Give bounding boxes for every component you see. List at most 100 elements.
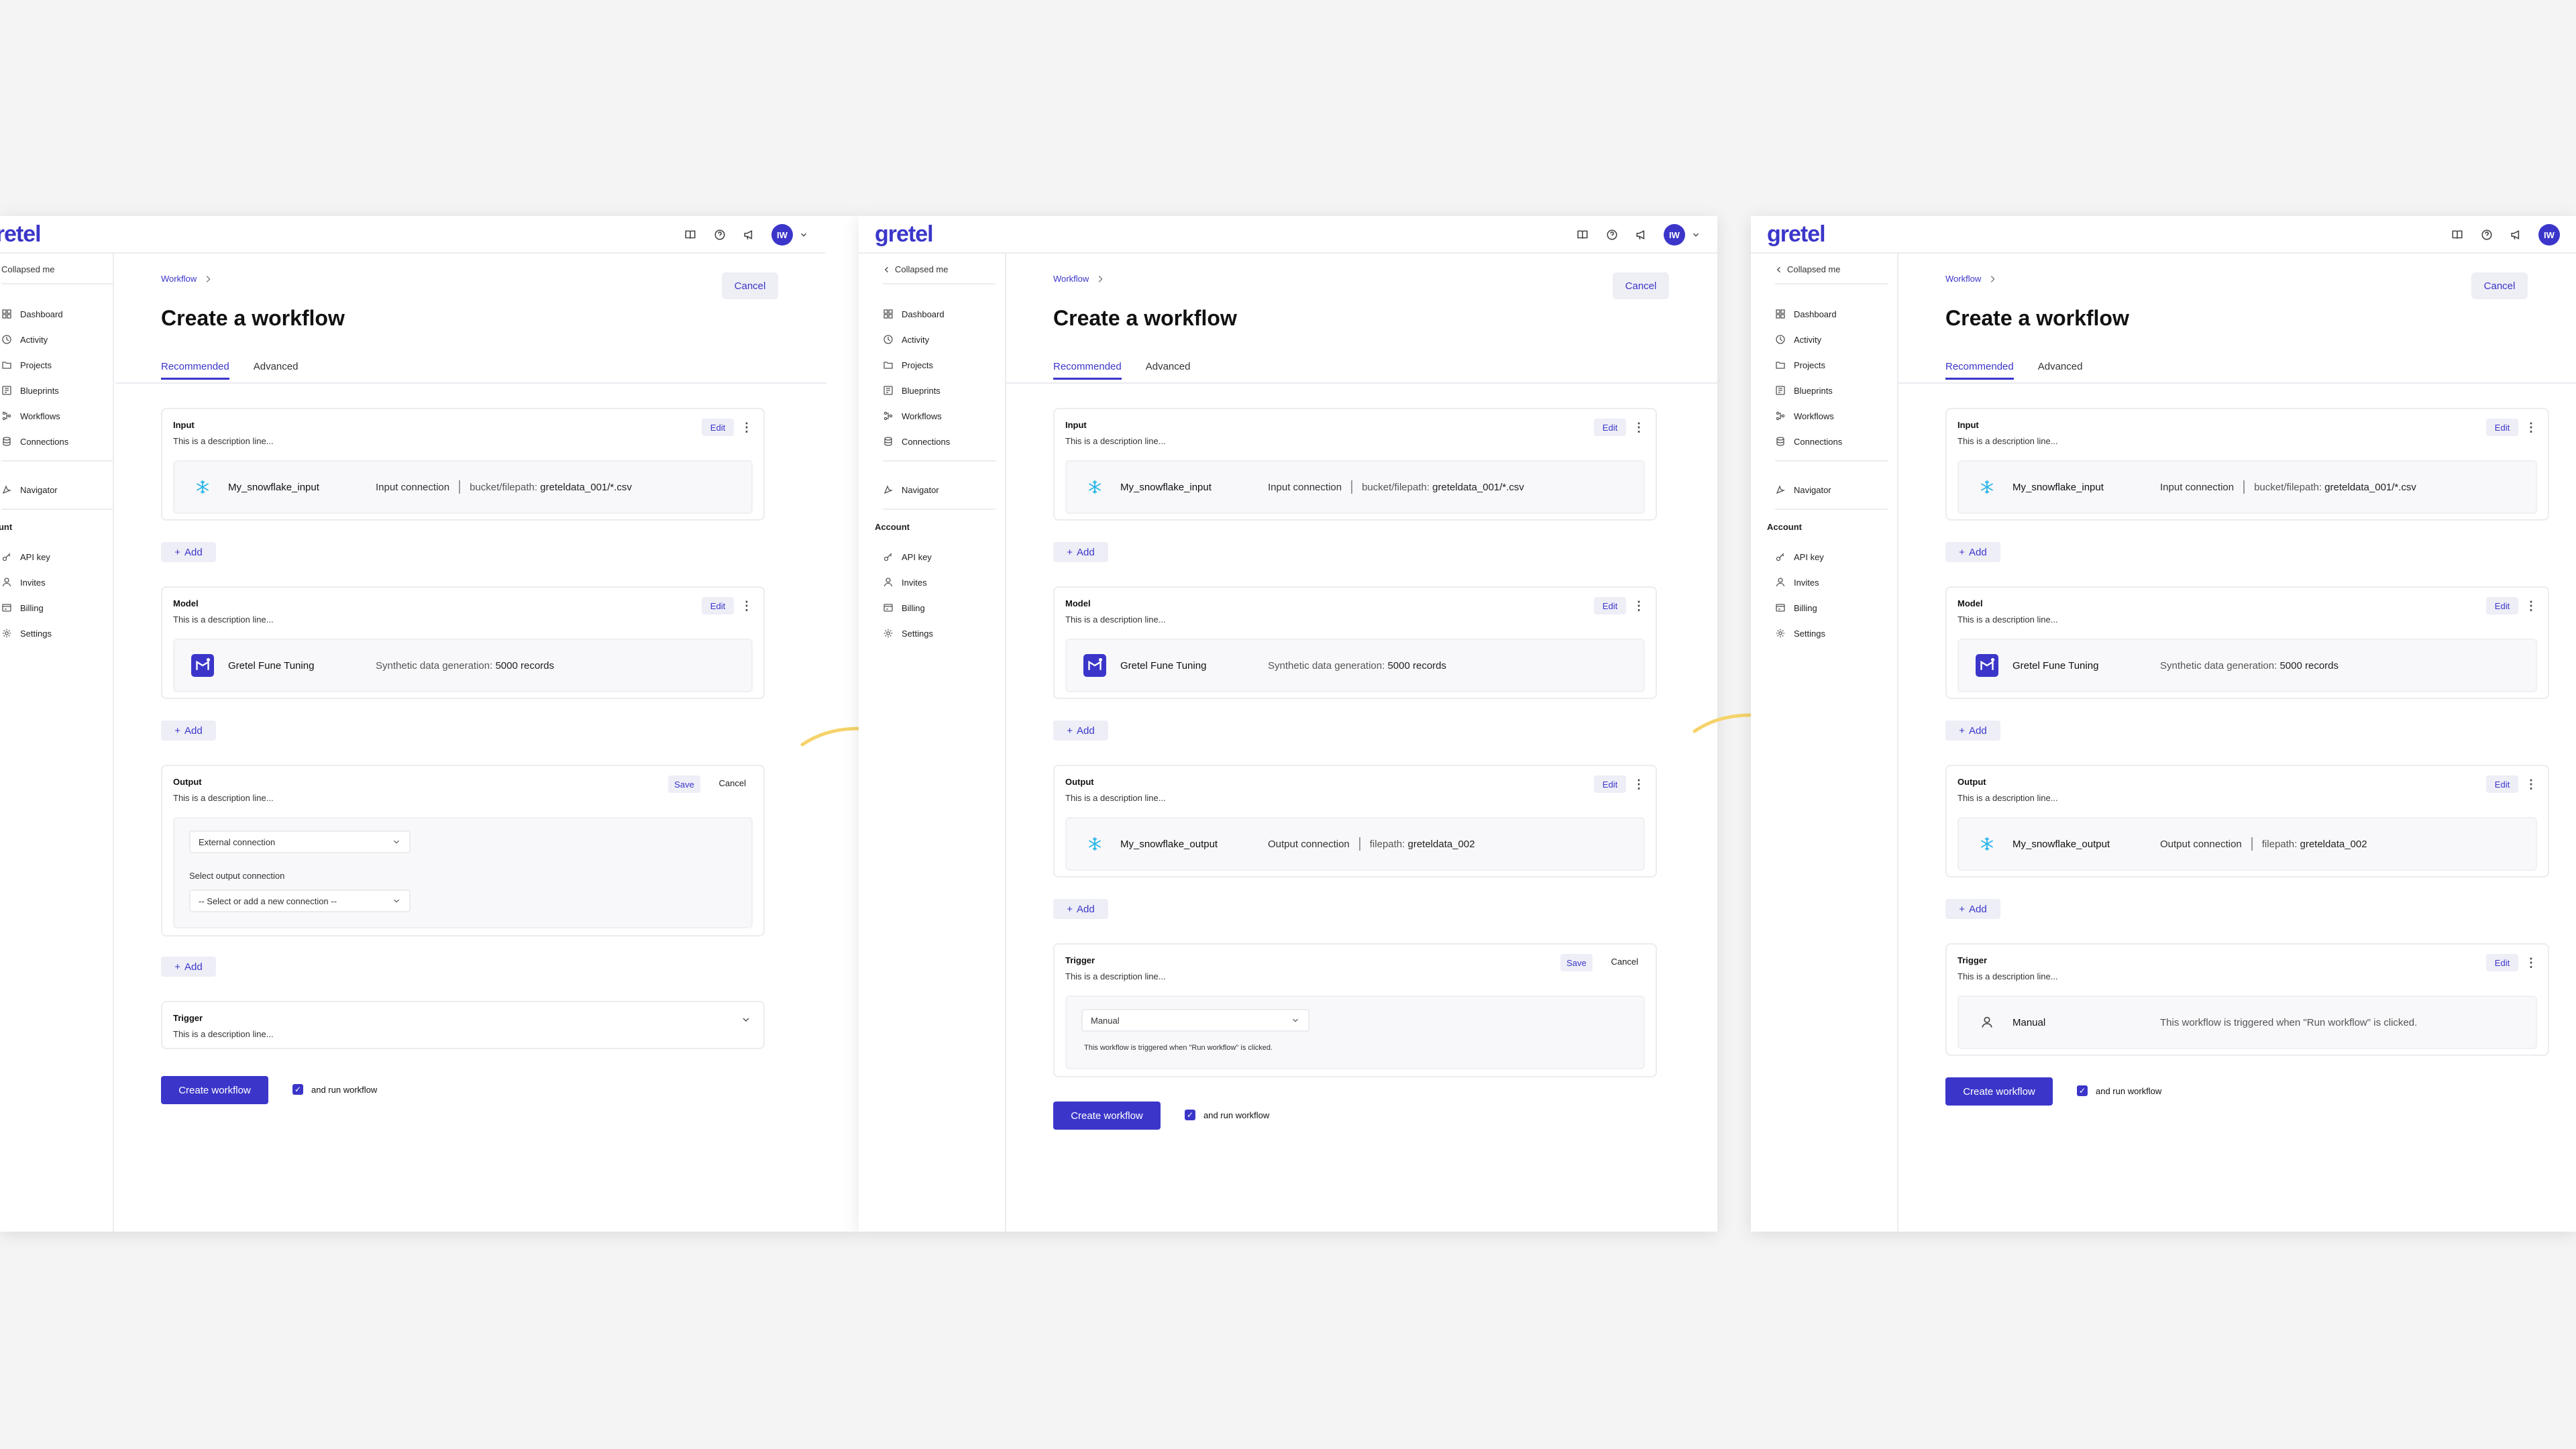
chevron-down-icon[interactable] (741, 1014, 751, 1025)
card-cancel-button[interactable]: Cancel (719, 778, 746, 788)
sidebar-item-settings[interactable]: Settings (883, 627, 933, 640)
edit-button[interactable]: Edit (1594, 775, 1626, 793)
edit-button[interactable]: Edit (702, 597, 734, 614)
run-workflow-checkbox[interactable]: ✓ and run workflow (1185, 1110, 1269, 1120)
sidebar-item-projects[interactable]: Projects (883, 358, 933, 372)
sidebar-item-activity[interactable]: Activity (1, 333, 48, 346)
book-icon[interactable] (2450, 227, 2465, 242)
logo[interactable]: gretel (1767, 221, 1826, 248)
cancel-button[interactable]: Cancel (722, 272, 778, 299)
megaphone-icon[interactable] (1634, 227, 1649, 242)
more-icon[interactable]: ⋮ (1633, 419, 1645, 436)
sidebar-item-connections[interactable]: Connections (1, 435, 68, 448)
book-icon[interactable] (1575, 227, 1590, 242)
logo[interactable]: gretel (875, 221, 934, 248)
sidebar-item-invites[interactable]: Invites (1775, 576, 1819, 589)
more-icon[interactable]: ⋮ (1633, 597, 1645, 614)
sidebar-item-navigator[interactable]: Navigator (1, 483, 58, 496)
breadcrumb[interactable]: Workflow (1053, 274, 1105, 284)
trigger-card-collapsed[interactable]: Trigger This is a description line... (161, 1001, 765, 1049)
tab-recommended[interactable]: Recommended (161, 361, 229, 380)
sidebar-item-activity[interactable]: Activity (1775, 333, 1821, 346)
input-connection-row[interactable]: My_snowflake_input Input connection buck… (173, 460, 753, 514)
run-workflow-checkbox[interactable]: ✓ and run workflow (292, 1084, 377, 1095)
tab-advanced[interactable]: Advanced (254, 361, 299, 380)
create-workflow-button[interactable]: Create workflow (1053, 1102, 1161, 1130)
add-button[interactable]: + Add (1945, 542, 2000, 562)
megaphone-icon[interactable] (742, 227, 757, 242)
help-icon[interactable] (2479, 227, 2494, 242)
edit-button[interactable]: Edit (1594, 597, 1626, 614)
tab-advanced[interactable]: Advanced (2038, 361, 2083, 380)
save-button[interactable]: Save (668, 775, 700, 793)
add-button[interactable]: + Add (1053, 542, 1108, 562)
collapse-toggle[interactable]: Collapsed me (1, 264, 55, 274)
sidebar-item-dashboard[interactable]: Dashboard (1775, 307, 1837, 321)
more-icon[interactable]: ⋮ (2525, 775, 2537, 793)
sidebar-item-billing[interactable]: Billing (883, 601, 925, 614)
input-connection-row[interactable]: My_snowflake_input Input connection buck… (1957, 460, 2537, 514)
model-row[interactable]: Gretel Fune Tuning Synthetic data genera… (1957, 639, 2537, 692)
connection-type-select[interactable]: External connection (189, 830, 411, 853)
sidebar-item-api-key[interactable]: API key (883, 550, 932, 564)
sidebar-item-settings[interactable]: Settings (1, 627, 52, 640)
sidebar-item-workflows[interactable]: Workflows (1, 409, 60, 423)
collapse-toggle[interactable]: Collapsed me (883, 264, 949, 274)
breadcrumb[interactable]: Workflow (161, 274, 213, 284)
logo[interactable]: gretel (0, 221, 42, 248)
sidebar-item-projects[interactable]: Projects (1775, 358, 1825, 372)
collapse-toggle[interactable]: Collapsed me (1775, 264, 1841, 274)
tab-recommended[interactable]: Recommended (1945, 361, 2014, 380)
sidebar-item-workflows[interactable]: Workflows (883, 409, 942, 423)
sidebar-item-invites[interactable]: Invites (1, 576, 46, 589)
more-icon[interactable]: ⋮ (2525, 419, 2537, 436)
output-connection-select[interactable]: -- Select or add a new connection -- (189, 890, 411, 912)
breadcrumb[interactable]: Workflow (1945, 274, 1997, 284)
cancel-button[interactable]: Cancel (1613, 272, 1669, 299)
sidebar-item-billing[interactable]: Billing (1775, 601, 1817, 614)
create-workflow-button[interactable]: Create workflow (161, 1076, 268, 1104)
more-icon[interactable]: ⋮ (2525, 597, 2537, 614)
sidebar-item-invites[interactable]: Invites (883, 576, 927, 589)
more-icon[interactable]: ⋮ (2525, 954, 2537, 971)
add-button[interactable]: + Add (161, 957, 216, 977)
sidebar-item-settings[interactable]: Settings (1775, 627, 1825, 640)
card-cancel-button[interactable]: Cancel (1611, 957, 1638, 967)
sidebar-item-connections[interactable]: Connections (883, 435, 950, 448)
tab-recommended[interactable]: Recommended (1053, 361, 1122, 380)
sidebar-item-activity[interactable]: Activity (883, 333, 929, 346)
add-button[interactable]: + Add (1053, 720, 1108, 741)
sidebar-item-blueprints[interactable]: Blueprints (1775, 384, 1833, 397)
avatar[interactable]: IW (771, 224, 793, 246)
book-icon[interactable] (683, 227, 698, 242)
sidebar-item-navigator[interactable]: Navigator (883, 483, 939, 496)
input-connection-row[interactable]: My_snowflake_input Input connection buck… (1065, 460, 1645, 514)
help-icon[interactable] (1605, 227, 1619, 242)
sidebar-item-billing[interactable]: Billing (1, 601, 44, 614)
help-icon[interactable] (712, 227, 727, 242)
more-icon[interactable]: ⋮ (1633, 775, 1645, 793)
trigger-select[interactable]: Manual (1081, 1009, 1309, 1032)
sidebar-item-navigator[interactable]: Navigator (1775, 483, 1831, 496)
edit-button[interactable]: Edit (2486, 775, 2518, 793)
trigger-row[interactable]: Manual This workflow is triggered when "… (1957, 996, 2537, 1049)
more-icon[interactable]: ⋮ (741, 597, 753, 614)
add-button[interactable]: + Add (1053, 899, 1108, 919)
add-button[interactable]: + Add (161, 542, 216, 562)
edit-button[interactable]: Edit (1594, 419, 1626, 436)
sidebar-item-blueprints[interactable]: Blueprints (883, 384, 941, 397)
add-button[interactable]: + Add (1945, 899, 2000, 919)
sidebar-item-blueprints[interactable]: Blueprints (1, 384, 59, 397)
run-workflow-checkbox[interactable]: ✓ and run workflow (2077, 1085, 2161, 1096)
add-button[interactable]: + Add (161, 720, 216, 741)
model-row[interactable]: Gretel Fune Tuning Synthetic data genera… (1065, 639, 1645, 692)
chevron-down-icon[interactable] (1690, 229, 1701, 240)
edit-button[interactable]: Edit (2486, 419, 2518, 436)
megaphone-icon[interactable] (2509, 227, 2524, 242)
cancel-button[interactable]: Cancel (2471, 272, 2528, 299)
model-row[interactable]: Gretel Fune Tuning Synthetic data genera… (173, 639, 753, 692)
sidebar-item-dashboard[interactable]: Dashboard (883, 307, 945, 321)
sidebar-item-projects[interactable]: Projects (1, 358, 52, 372)
output-connection-row[interactable]: My_snowflake_output Output connection fi… (1065, 817, 1645, 871)
edit-button[interactable]: Edit (2486, 597, 2518, 614)
